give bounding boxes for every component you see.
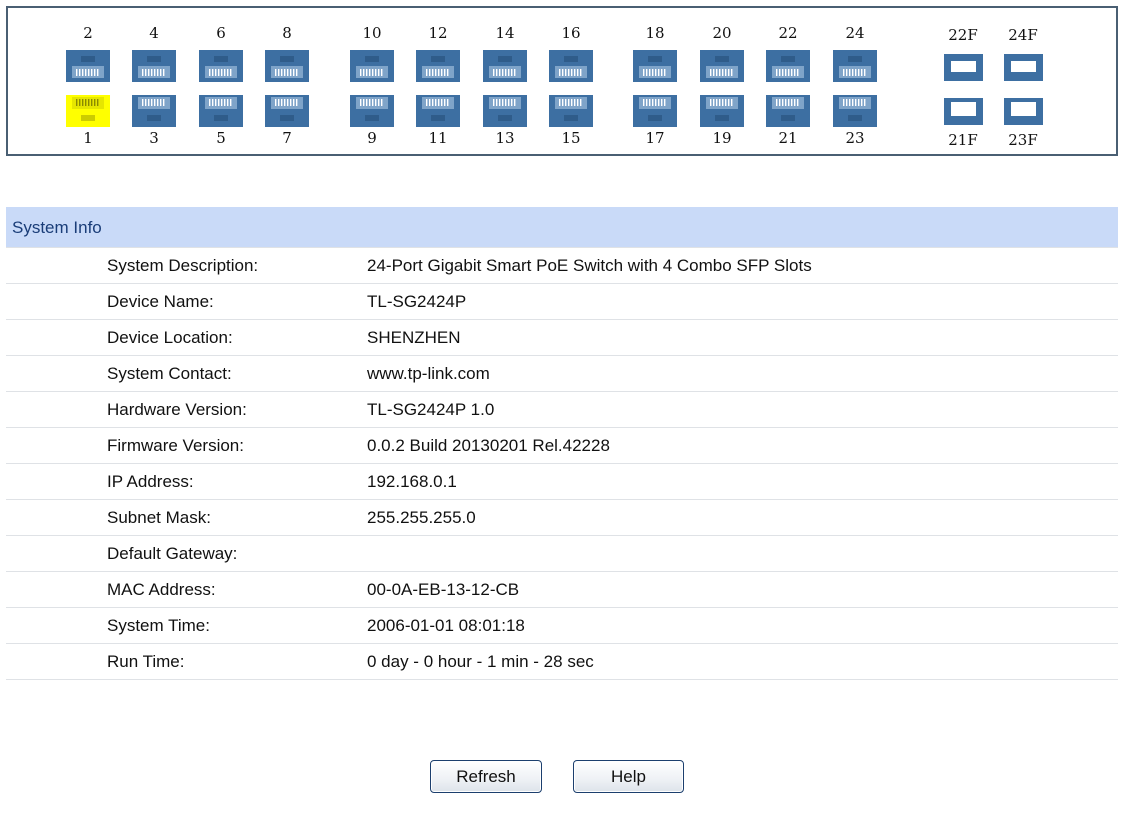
info-label: System Time: <box>107 616 210 635</box>
port-label: 6 <box>216 24 226 42</box>
info-row: IP Address: 192.168.0.1 <box>6 464 1118 500</box>
port-9[interactable] <box>350 95 394 127</box>
info-label: System Contact: <box>107 364 232 383</box>
info-label: Hardware Version: <box>107 400 247 419</box>
info-label: System Description: <box>107 256 259 275</box>
port-label: 7 <box>282 129 292 147</box>
info-value: 255.255.255.0 <box>367 508 476 527</box>
info-label: Default Gateway: <box>107 544 238 563</box>
port-17[interactable] <box>633 95 677 127</box>
sfp-port-22f[interactable] <box>944 54 983 81</box>
port-label: 13 <box>495 129 515 147</box>
system-info-table: System Info System Description: 24-Port G… <box>6 207 1118 680</box>
port-7[interactable] <box>265 95 309 127</box>
port-label: 23 <box>845 129 865 147</box>
info-label: Device Location: <box>107 328 233 347</box>
port-23[interactable] <box>833 95 877 127</box>
sfp-port-24f[interactable] <box>1004 54 1043 81</box>
system-info-rows: System Description: 24-Port Gigabit Smart… <box>6 247 1118 680</box>
port-19[interactable] <box>700 95 744 127</box>
system-info-header: System Info <box>6 207 1118 247</box>
port-label: 1 <box>83 129 93 147</box>
port-label: 15 <box>561 129 581 147</box>
info-value: SHENZHEN <box>367 328 461 347</box>
port-label: 14 <box>495 24 515 42</box>
info-label: Device Name: <box>107 292 214 311</box>
info-value: 0 day - 0 hour - 1 min - 28 sec <box>367 652 594 671</box>
info-row: Default Gateway: <box>6 536 1118 572</box>
port-label: 19 <box>712 129 732 147</box>
port-label: 24 <box>845 24 865 42</box>
port-1[interactable] <box>66 95 110 127</box>
info-value: TL-SG2424P <box>367 292 467 311</box>
port-panel: 2 4 6 8 10 12 14 16 18 20 22 24 1 3 5 7 … <box>6 6 1118 156</box>
info-row: Run Time: 0 day - 0 hour - 1 min - 28 sec <box>6 644 1118 680</box>
info-label: Run Time: <box>107 652 185 671</box>
port-18[interactable] <box>633 50 677 82</box>
port-label: 8 <box>282 24 292 42</box>
port-label: 12 <box>428 24 448 42</box>
port-label: 3 <box>149 129 159 147</box>
info-row: System Contact: www.tp-link.com <box>6 356 1118 392</box>
port-14[interactable] <box>483 50 527 82</box>
info-row: Device Name: TL-SG2424P <box>6 284 1118 320</box>
port-label: 2 <box>83 24 93 42</box>
info-label: Subnet Mask: <box>107 508 211 527</box>
port-5[interactable] <box>199 95 243 127</box>
port-label: 4 <box>149 24 159 42</box>
info-label: IP Address: <box>107 472 194 491</box>
port-20[interactable] <box>700 50 744 82</box>
info-value: 00-0A-EB-13-12-CB <box>367 580 520 599</box>
sfp-port-21f[interactable] <box>944 98 983 125</box>
port-21[interactable] <box>766 95 810 127</box>
sfp-label: 24F <box>1008 26 1038 44</box>
port-13[interactable] <box>483 95 527 127</box>
port-10[interactable] <box>350 50 394 82</box>
port-4[interactable] <box>132 50 176 82</box>
sfp-port-23f[interactable] <box>1004 98 1043 125</box>
info-label: Firmware Version: <box>107 436 244 455</box>
port-label: 16 <box>561 24 581 42</box>
port-22[interactable] <box>766 50 810 82</box>
info-value: 0.0.2 Build 20130201 Rel.42228 <box>367 436 610 455</box>
info-value: www.tp-link.com <box>367 364 490 383</box>
port-label: 21 <box>778 129 798 147</box>
port-label: 22 <box>778 24 798 42</box>
port-label: 5 <box>216 129 226 147</box>
sfp-label: 23F <box>1008 131 1038 149</box>
info-row: Subnet Mask: 255.255.255.0 <box>6 500 1118 536</box>
port-label: 18 <box>645 24 665 42</box>
port-3[interactable] <box>132 95 176 127</box>
info-row: MAC Address: 00-0A-EB-13-12-CB <box>6 572 1118 608</box>
port-2[interactable] <box>66 50 110 82</box>
info-row: Firmware Version: 0.0.2 Build 20130201 Re… <box>6 428 1118 464</box>
info-value: TL-SG2424P 1.0 <box>367 400 495 419</box>
info-row: System Time: 2006-01-01 08:01:18 <box>6 608 1118 644</box>
sfp-label: 22F <box>948 26 978 44</box>
port-6[interactable] <box>199 50 243 82</box>
port-24[interactable] <box>833 50 877 82</box>
port-12[interactable] <box>416 50 460 82</box>
port-8[interactable] <box>265 50 309 82</box>
info-row: System Description: 24-Port Gigabit Smart… <box>6 247 1118 284</box>
info-value: 2006-01-01 08:01:18 <box>367 616 525 635</box>
info-value: 24-Port Gigabit Smart PoE Switch with 4 … <box>367 256 812 275</box>
port-11[interactable] <box>416 95 460 127</box>
port-label: 11 <box>428 129 448 147</box>
info-row: Device Location: SHENZHEN <box>6 320 1118 356</box>
info-label: MAC Address: <box>107 580 216 599</box>
port-label: 10 <box>362 24 382 42</box>
port-15[interactable] <box>549 95 593 127</box>
port-label: 9 <box>367 129 377 147</box>
help-button[interactable]: Help <box>573 760 684 793</box>
port-label: 17 <box>645 129 665 147</box>
port-label: 20 <box>712 24 732 42</box>
sfp-label: 21F <box>948 131 978 149</box>
refresh-button[interactable]: Refresh <box>430 760 542 793</box>
info-value: 192.168.0.1 <box>367 472 457 491</box>
port-16[interactable] <box>549 50 593 82</box>
info-row: Hardware Version: TL-SG2424P 1.0 <box>6 392 1118 428</box>
